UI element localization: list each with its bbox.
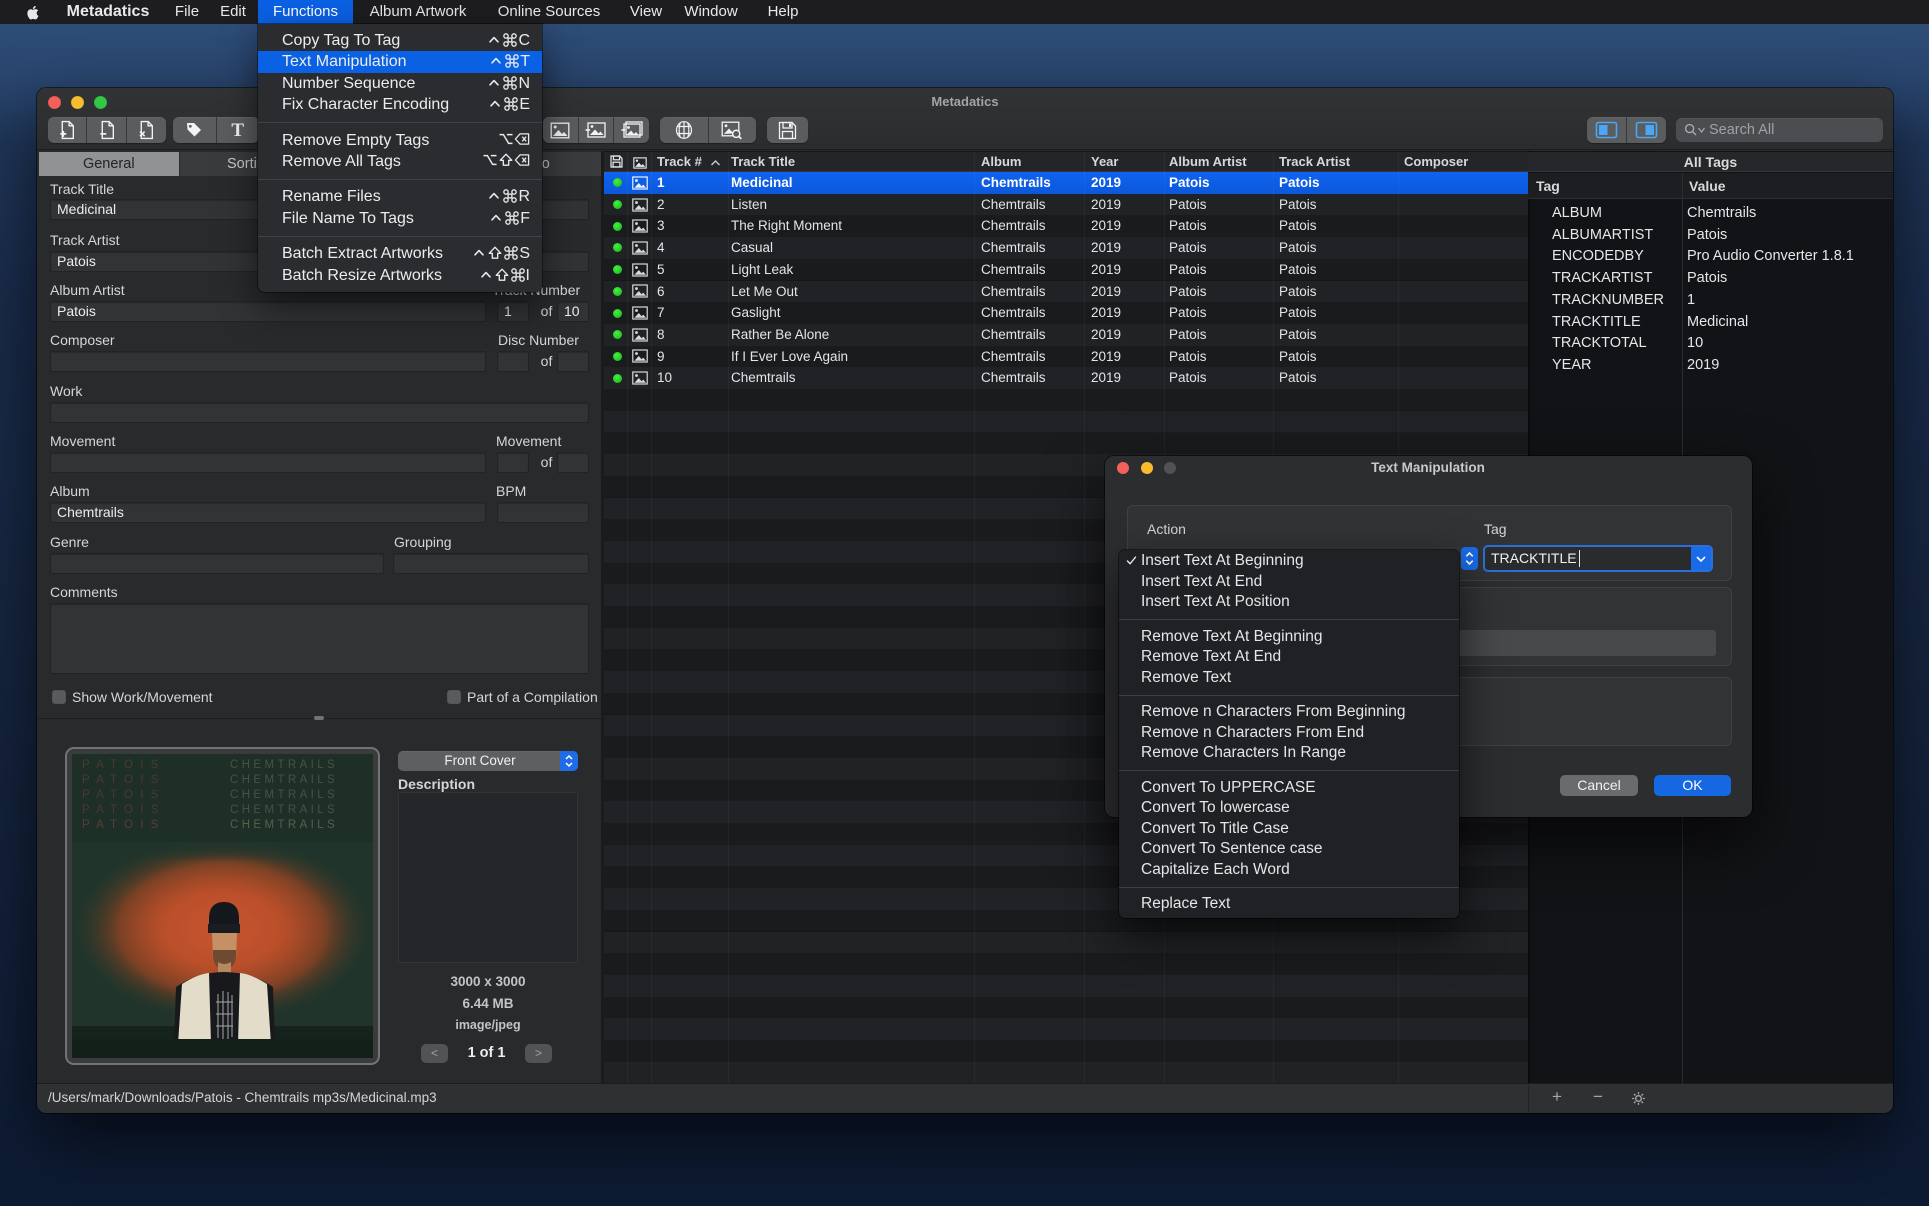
svg-text:CHEMTRAILS: CHEMTRAILS [230, 759, 338, 771]
svg-text:CHEMTRAILS: CHEMTRAILS [230, 804, 338, 816]
svg-text:CHEMTRAILS: CHEMTRAILS [230, 819, 338, 831]
svg-text:PATOIS: PATOIS [82, 804, 165, 816]
svg-text:PATOIS: PATOIS [82, 759, 165, 771]
svg-text:PATOIS: PATOIS [82, 774, 165, 786]
svg-text:PATOIS: PATOIS [82, 789, 165, 801]
svg-text:PATOIS: PATOIS [82, 819, 165, 831]
svg-text:CHEMTRAILS: CHEMTRAILS [230, 789, 338, 801]
svg-text:CHEMTRAILS: CHEMTRAILS [230, 774, 338, 786]
